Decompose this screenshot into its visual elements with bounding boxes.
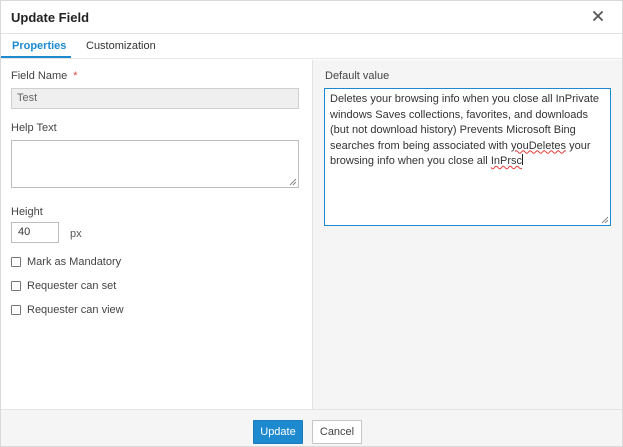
dialog-header: Update Field [1, 1, 622, 34]
requester-can-view-label: Requester can view [27, 304, 124, 316]
default-value-pane: Default value Deletes your browsing info… [312, 60, 622, 409]
dialog-title: Update Field [11, 10, 90, 25]
height-unit: px [70, 228, 82, 240]
requester-can-set-checkbox[interactable] [11, 281, 21, 291]
requester-can-set-option[interactable]: Requester can set [11, 279, 116, 293]
tab-customization[interactable]: Customization [86, 40, 156, 52]
tab-bar: Properties Customization [1, 34, 622, 59]
close-button[interactable] [592, 10, 604, 22]
requester-can-view-checkbox[interactable] [11, 305, 21, 315]
height-input[interactable]: 40 [11, 222, 59, 243]
resize-grip-icon[interactable] [601, 216, 609, 224]
mark-as-mandatory-label: Mark as Mandatory [27, 256, 122, 268]
requester-can-view-option[interactable]: Requester can view [11, 303, 124, 317]
help-text-label: Help Text [11, 122, 57, 134]
default-value-textarea[interactable]: Deletes your browsing info when you clos… [324, 88, 611, 226]
text-caret [522, 154, 523, 165]
mark-as-mandatory-checkbox[interactable] [11, 257, 21, 267]
properties-left-pane: Field Name * Test Help Text Height 40 px … [1, 60, 312, 409]
help-text-textarea[interactable] [11, 140, 299, 188]
field-name-input[interactable]: Test [11, 88, 299, 109]
field-name-label-text: Field Name [11, 70, 68, 82]
required-marker: * [73, 70, 78, 82]
update-button[interactable]: Update [253, 420, 303, 444]
default-value-label: Default value [325, 70, 390, 82]
misspelled-word: youDeletes [510, 139, 567, 152]
resize-grip-icon[interactable] [289, 178, 297, 186]
height-label: Height [11, 206, 43, 218]
requester-can-set-label: Requester can set [27, 280, 117, 292]
cancel-button[interactable]: Cancel [312, 420, 362, 444]
field-name-label: Field Name * [11, 70, 78, 82]
tab-properties[interactable]: Properties [12, 40, 66, 52]
dialog-footer: Update Cancel [1, 409, 622, 446]
update-field-dialog: Update Field Properties Customization Fi… [0, 0, 623, 447]
active-tab-indicator [1, 56, 71, 58]
misspelled-word-2: InPrsc [490, 155, 522, 167]
mark-as-mandatory-option[interactable]: Mark as Mandatory [11, 255, 121, 269]
close-icon [593, 11, 603, 21]
